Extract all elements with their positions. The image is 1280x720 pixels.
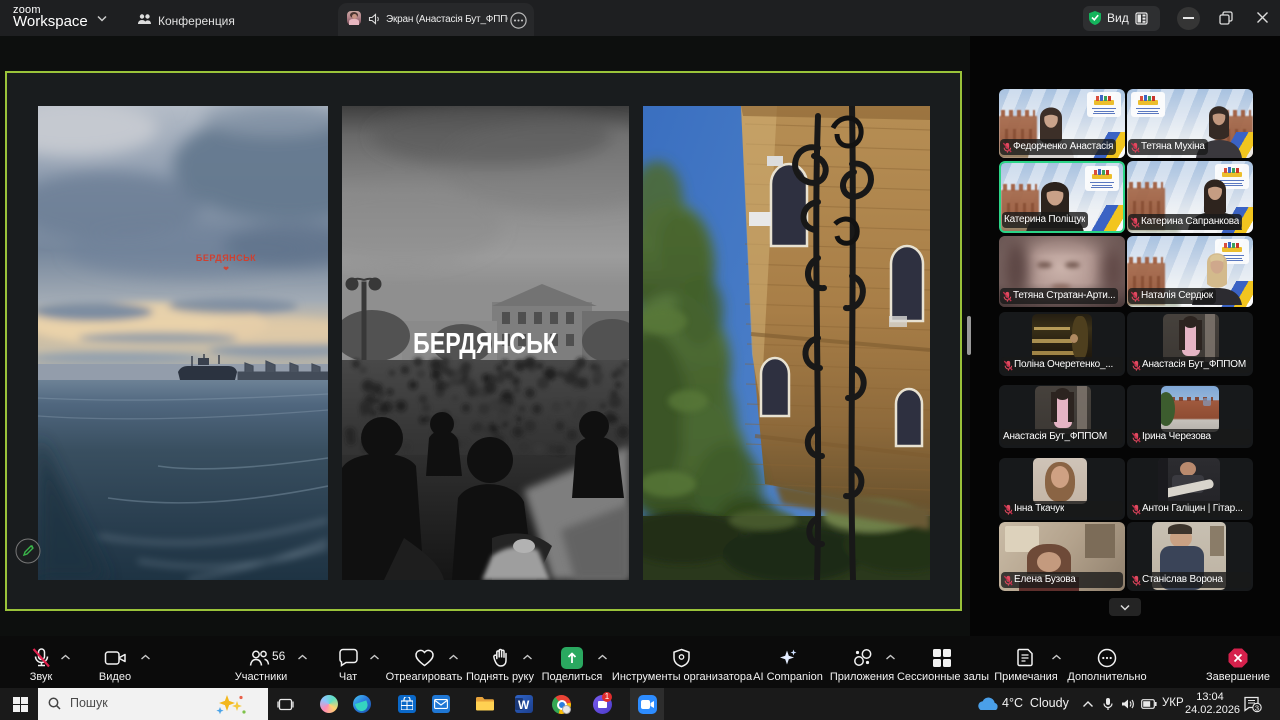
svg-text:БЕРДЯНСЬК: БЕРДЯНСЬК xyxy=(196,253,256,263)
svg-text:❤: ❤ xyxy=(223,266,229,273)
svg-text:БЕРДЯНСЬК: БЕРДЯНСЬК xyxy=(413,328,557,360)
svg-text:3: 3 xyxy=(1255,703,1259,712)
